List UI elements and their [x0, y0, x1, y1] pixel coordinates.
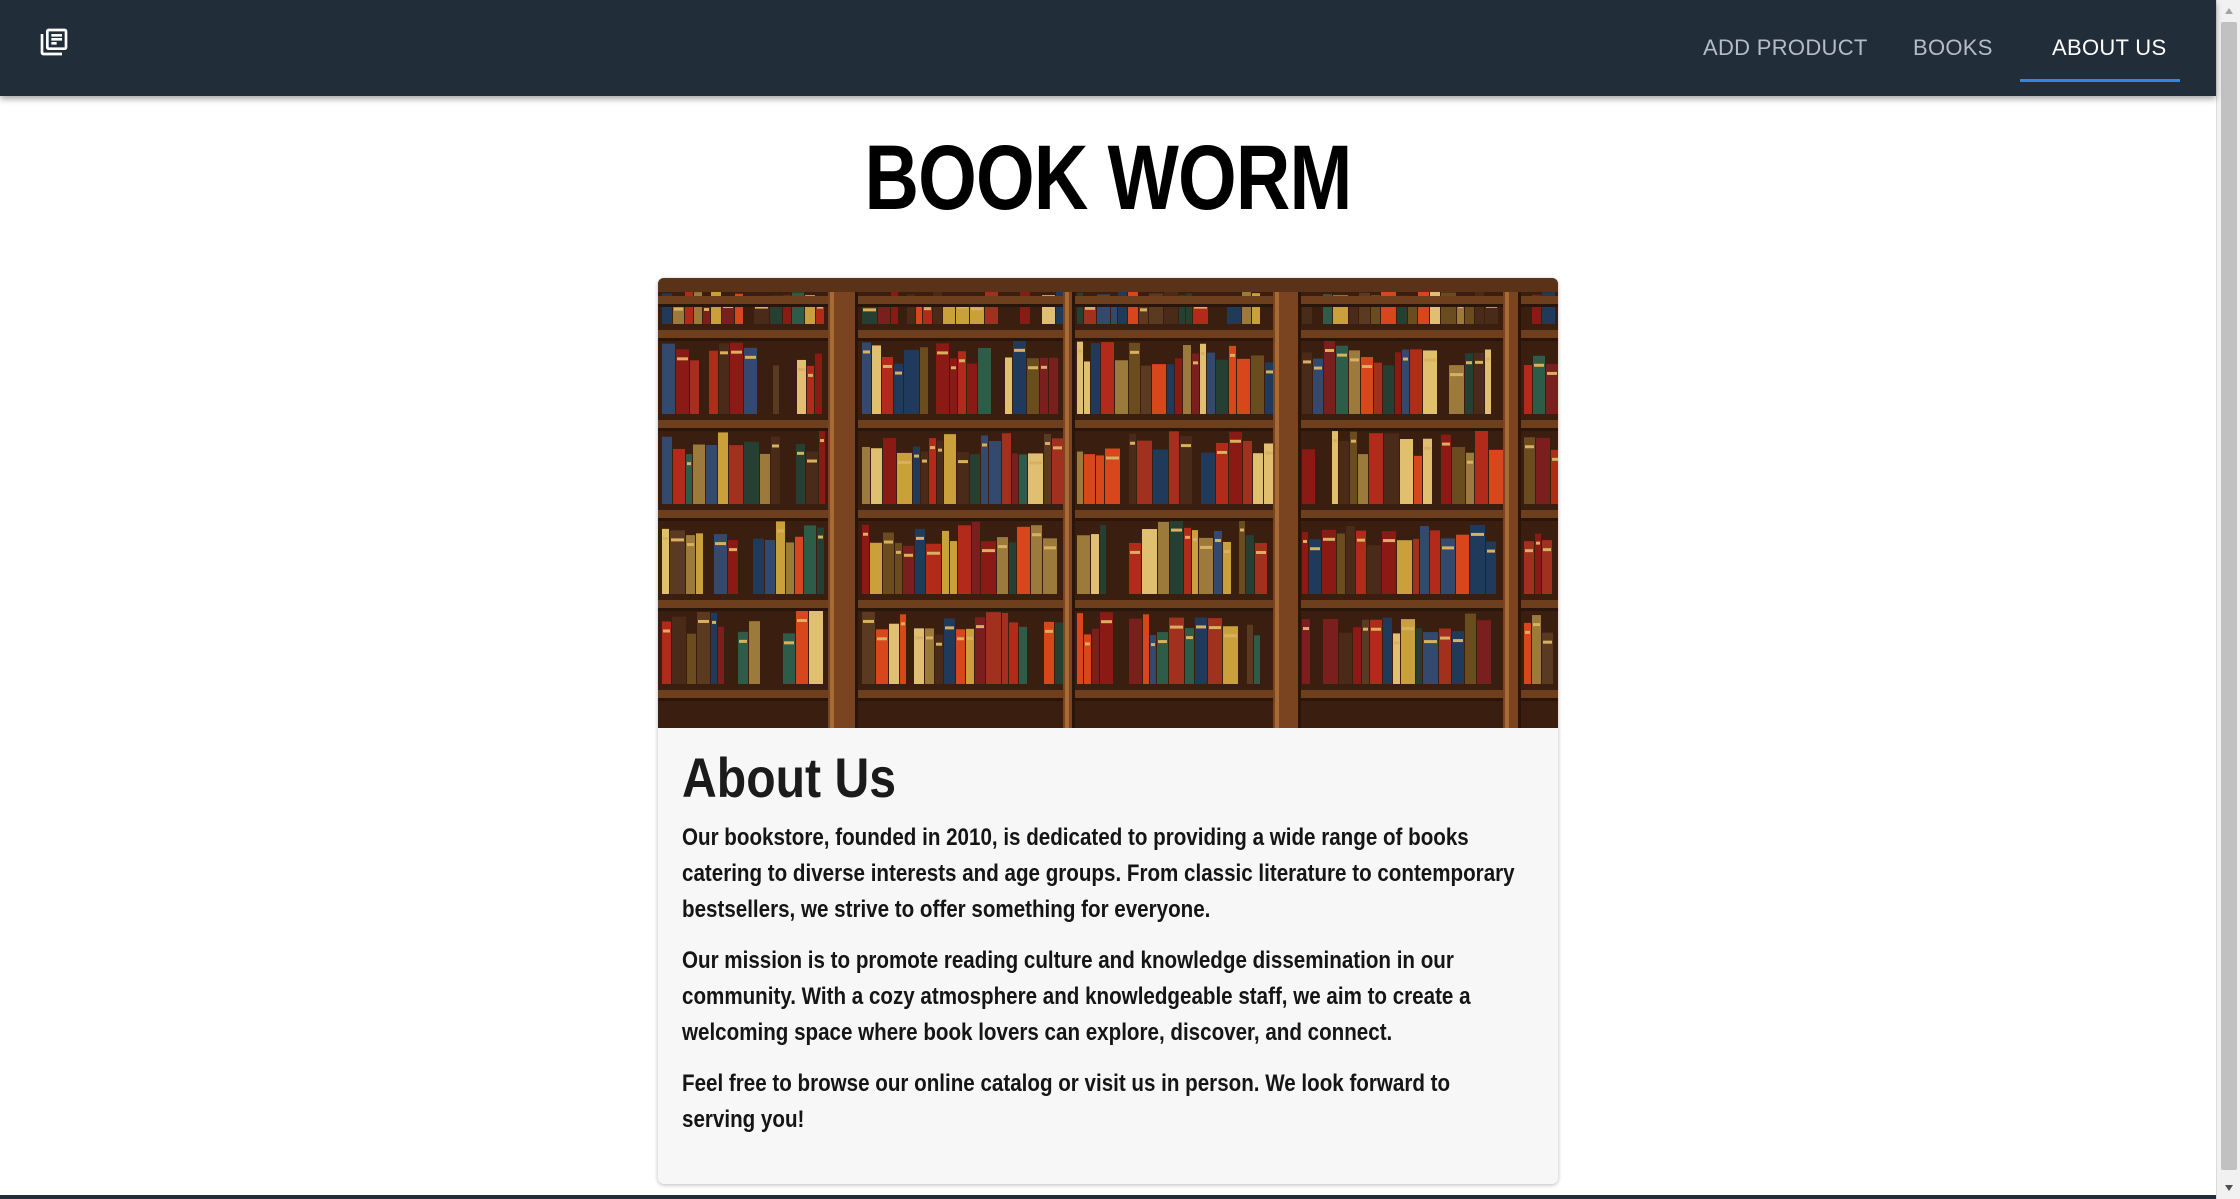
nav-books[interactable]: BOOKS [1913, 0, 1993, 96]
scroll-up-arrow-icon[interactable] [2217, 0, 2240, 22]
vertical-scrollbar[interactable] [2216, 0, 2240, 1199]
about-card: About Us Our bookstore, founded in 2010,… [658, 278, 1558, 1184]
about-paragraph-3: Feel free to browse our online catalog o… [682, 1070, 1451, 1134]
about-card-body: About Us Our bookstore, founded in 2010,… [682, 746, 1542, 1153]
nav-add-product-label: ADD PRODUCT [1703, 35, 1868, 60]
nav-about-us-label: ABOUT US [2052, 35, 2167, 60]
page-title: BOOK WORM [864, 127, 1352, 229]
top-app-bar: ADD PRODUCT BOOKS ABOUT US [0, 0, 2216, 96]
library-books-icon[interactable] [34, 22, 74, 62]
about-paragraph-1: Our bookstore, founded in 2010, is dedic… [682, 824, 1515, 924]
bookshelves-image [658, 278, 1558, 728]
scroll-down-arrow-icon[interactable] [2217, 1177, 2240, 1199]
nav-add-product[interactable]: ADD PRODUCT [1703, 0, 1868, 96]
scrollbar-thumb[interactable] [2221, 22, 2237, 1170]
about-heading: About Us [682, 746, 897, 809]
active-tab-indicator [2020, 79, 2180, 82]
about-paragraph-2: Our mission is to promote reading cultur… [682, 947, 1471, 1047]
nav-books-label: BOOKS [1913, 35, 1993, 60]
footer-edge [0, 1195, 2216, 1199]
